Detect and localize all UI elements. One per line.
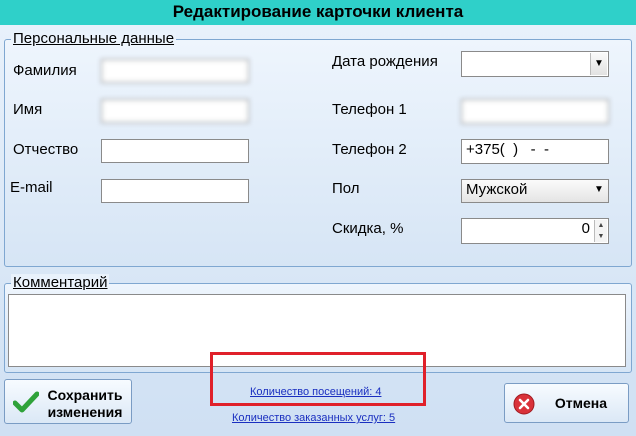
discount-value: 0 xyxy=(581,220,590,237)
phone2-label: Телефон 2 xyxy=(332,141,407,158)
phone1-label: Телефон 1 xyxy=(332,101,407,118)
window-title: Редактирование карточки клиента xyxy=(0,0,636,25)
services-count-link[interactable]: Количество заказанных услуг: 5 xyxy=(232,412,395,424)
name-input[interactable] xyxy=(101,99,249,123)
name-label: Имя xyxy=(13,101,43,118)
phone1-input[interactable] xyxy=(461,99,609,124)
green-check-icon xyxy=(13,391,39,413)
chevron-down-icon[interactable]: ▼ xyxy=(590,53,607,75)
birth-date-label: Дата рождения xyxy=(332,53,438,70)
discount-spinner[interactable]: 0 ▲ ▼ xyxy=(461,218,609,244)
chevron-down-icon[interactable]: ▼ xyxy=(591,181,607,199)
red-x-icon xyxy=(513,393,535,415)
birth-date-combo[interactable]: ▼ xyxy=(461,51,609,77)
highlight-box xyxy=(210,352,426,406)
personal-data-legend: Персональные данные xyxy=(11,30,177,47)
discount-label: Скидка, % xyxy=(332,220,404,237)
save-button[interactable]: Сохранить изменения xyxy=(4,379,132,424)
phone2-input[interactable]: +375( ) - - xyxy=(461,139,609,164)
email-label: E-mail xyxy=(10,179,53,196)
email-input[interactable] xyxy=(101,179,249,203)
gender-value: Мужской xyxy=(466,181,528,198)
surname-input[interactable] xyxy=(101,59,249,83)
spinner-arrows-icon[interactable]: ▲ ▼ xyxy=(594,220,607,242)
gender-label: Пол xyxy=(332,180,360,197)
comment-legend: Комментарий xyxy=(11,274,110,291)
patronymic-input[interactable] xyxy=(101,139,249,163)
save-button-label-line1: Сохранить xyxy=(47,387,123,403)
surname-label: Фамилия xyxy=(13,62,77,79)
cancel-button-label: Отмена xyxy=(554,395,608,411)
personal-data-group: Персональные данные Фамилия Имя Отчество… xyxy=(4,30,632,267)
save-button-label-line2: изменения xyxy=(47,404,123,420)
cancel-button[interactable]: Отмена xyxy=(504,383,629,423)
patronymic-label: Отчество xyxy=(13,141,79,158)
gender-select[interactable]: Мужской ▼ xyxy=(461,179,609,203)
